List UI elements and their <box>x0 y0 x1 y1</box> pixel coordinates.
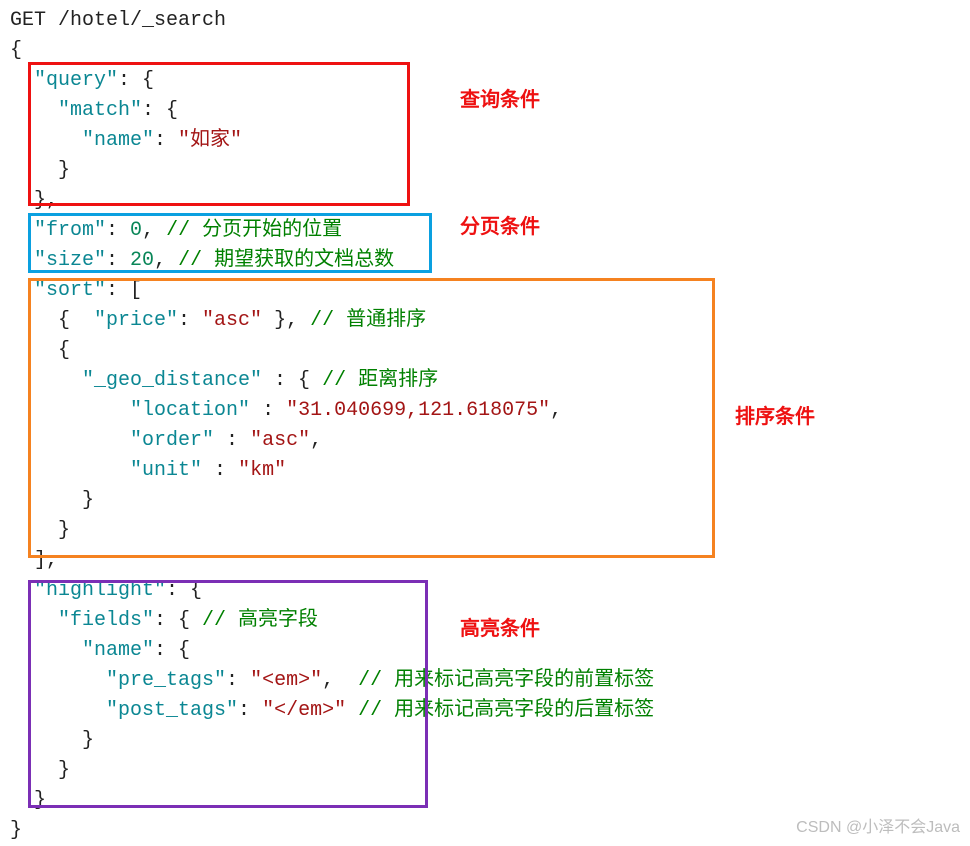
box-pagination <box>28 213 432 273</box>
label-page: 分页条件 <box>460 212 540 242</box>
label-query: 查询条件 <box>460 85 540 115</box>
box-query <box>28 62 410 206</box>
box-highlight <box>28 580 428 808</box>
request-line: GET /hotel/_search <box>10 9 226 32</box>
watermark: CSDN @小泽不会Java <box>796 816 960 840</box>
label-highlight: 高亮条件 <box>460 614 540 644</box>
label-sort: 排序条件 <box>735 402 815 432</box>
box-sort <box>28 278 715 558</box>
